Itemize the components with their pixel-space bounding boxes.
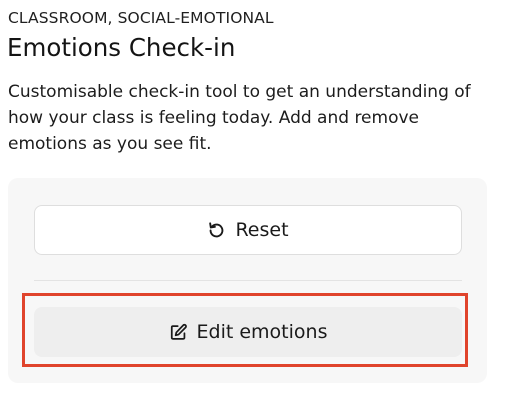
page-title: Emotions Check-in (7, 33, 236, 62)
reset-button-label: Reset (235, 219, 289, 241)
category-label: CLASSROOM, SOCIAL-EMOTIONAL (8, 9, 274, 27)
check-in-panel: Reset Edit emotions (8, 178, 487, 383)
reset-icon (207, 221, 226, 240)
edit-emotions-highlight (22, 293, 468, 367)
panel-divider (34, 280, 462, 281)
tool-description: Customisable check-in tool to get an und… (8, 82, 471, 154)
reset-button[interactable]: Reset (34, 205, 462, 255)
